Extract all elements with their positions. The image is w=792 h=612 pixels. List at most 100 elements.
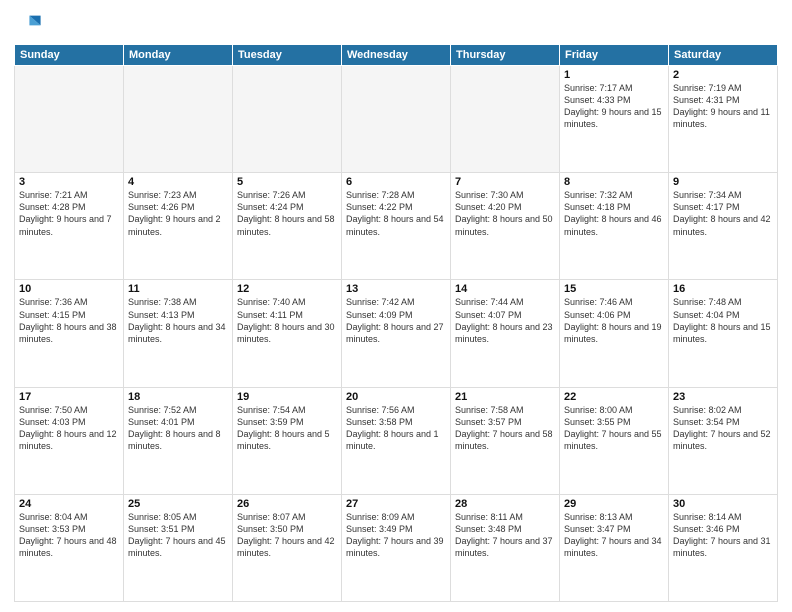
table-row: 24Sunrise: 8:04 AMSunset: 3:53 PMDayligh…: [15, 494, 124, 601]
table-row: 26Sunrise: 8:07 AMSunset: 3:50 PMDayligh…: [233, 494, 342, 601]
day-info: Sunrise: 8:00 AMSunset: 3:55 PMDaylight:…: [564, 404, 664, 453]
table-row: 12Sunrise: 7:40 AMSunset: 4:11 PMDayligh…: [233, 280, 342, 387]
table-row: 22Sunrise: 8:00 AMSunset: 3:55 PMDayligh…: [560, 387, 669, 494]
table-row: [124, 66, 233, 173]
header-friday: Friday: [560, 45, 669, 66]
day-number: 9: [673, 176, 773, 188]
table-row: 8Sunrise: 7:32 AMSunset: 4:18 PMDaylight…: [560, 173, 669, 280]
table-row: 21Sunrise: 7:58 AMSunset: 3:57 PMDayligh…: [451, 387, 560, 494]
table-row: 16Sunrise: 7:48 AMSunset: 4:04 PMDayligh…: [669, 280, 778, 387]
table-row: 11Sunrise: 7:38 AMSunset: 4:13 PMDayligh…: [124, 280, 233, 387]
day-info: Sunrise: 7:42 AMSunset: 4:09 PMDaylight:…: [346, 296, 446, 345]
table-row: 19Sunrise: 7:54 AMSunset: 3:59 PMDayligh…: [233, 387, 342, 494]
day-number: 20: [346, 391, 446, 403]
table-row: 18Sunrise: 7:52 AMSunset: 4:01 PMDayligh…: [124, 387, 233, 494]
day-number: 4: [128, 176, 228, 188]
day-info: Sunrise: 8:13 AMSunset: 3:47 PMDaylight:…: [564, 511, 664, 560]
day-number: 6: [346, 176, 446, 188]
day-info: Sunrise: 7:58 AMSunset: 3:57 PMDaylight:…: [455, 404, 555, 453]
day-number: 15: [564, 283, 664, 295]
day-info: Sunrise: 7:44 AMSunset: 4:07 PMDaylight:…: [455, 296, 555, 345]
day-info: Sunrise: 7:38 AMSunset: 4:13 PMDaylight:…: [128, 296, 228, 345]
day-info: Sunrise: 7:48 AMSunset: 4:04 PMDaylight:…: [673, 296, 773, 345]
table-row: 3Sunrise: 7:21 AMSunset: 4:28 PMDaylight…: [15, 173, 124, 280]
day-number: 28: [455, 498, 555, 510]
calendar-row: 17Sunrise: 7:50 AMSunset: 4:03 PMDayligh…: [15, 387, 778, 494]
table-row: 2Sunrise: 7:19 AMSunset: 4:31 PMDaylight…: [669, 66, 778, 173]
day-number: 29: [564, 498, 664, 510]
day-number: 13: [346, 283, 446, 295]
table-row: [233, 66, 342, 173]
table-row: 17Sunrise: 7:50 AMSunset: 4:03 PMDayligh…: [15, 387, 124, 494]
day-info: Sunrise: 7:28 AMSunset: 4:22 PMDaylight:…: [346, 189, 446, 238]
header: [14, 10, 778, 38]
calendar-row: 3Sunrise: 7:21 AMSunset: 4:28 PMDaylight…: [15, 173, 778, 280]
weekday-header-row: Sunday Monday Tuesday Wednesday Thursday…: [15, 45, 778, 66]
calendar-row: 1Sunrise: 7:17 AMSunset: 4:33 PMDaylight…: [15, 66, 778, 173]
day-info: Sunrise: 8:11 AMSunset: 3:48 PMDaylight:…: [455, 511, 555, 560]
table-row: 30Sunrise: 8:14 AMSunset: 3:46 PMDayligh…: [669, 494, 778, 601]
table-row: 7Sunrise: 7:30 AMSunset: 4:20 PMDaylight…: [451, 173, 560, 280]
day-number: 30: [673, 498, 773, 510]
day-info: Sunrise: 7:56 AMSunset: 3:58 PMDaylight:…: [346, 404, 446, 453]
day-number: 27: [346, 498, 446, 510]
day-info: Sunrise: 7:46 AMSunset: 4:06 PMDaylight:…: [564, 296, 664, 345]
day-number: 24: [19, 498, 119, 510]
table-row: 28Sunrise: 8:11 AMSunset: 3:48 PMDayligh…: [451, 494, 560, 601]
day-number: 14: [455, 283, 555, 295]
day-number: 26: [237, 498, 337, 510]
header-monday: Monday: [124, 45, 233, 66]
day-info: Sunrise: 7:19 AMSunset: 4:31 PMDaylight:…: [673, 82, 773, 131]
table-row: 1Sunrise: 7:17 AMSunset: 4:33 PMDaylight…: [560, 66, 669, 173]
day-number: 21: [455, 391, 555, 403]
table-row: 15Sunrise: 7:46 AMSunset: 4:06 PMDayligh…: [560, 280, 669, 387]
table-row: 27Sunrise: 8:09 AMSunset: 3:49 PMDayligh…: [342, 494, 451, 601]
table-row: 9Sunrise: 7:34 AMSunset: 4:17 PMDaylight…: [669, 173, 778, 280]
table-row: 20Sunrise: 7:56 AMSunset: 3:58 PMDayligh…: [342, 387, 451, 494]
day-info: Sunrise: 8:04 AMSunset: 3:53 PMDaylight:…: [19, 511, 119, 560]
header-tuesday: Tuesday: [233, 45, 342, 66]
day-number: 2: [673, 69, 773, 81]
day-info: Sunrise: 8:14 AMSunset: 3:46 PMDaylight:…: [673, 511, 773, 560]
day-number: 5: [237, 176, 337, 188]
day-number: 16: [673, 283, 773, 295]
day-number: 10: [19, 283, 119, 295]
day-info: Sunrise: 8:02 AMSunset: 3:54 PMDaylight:…: [673, 404, 773, 453]
day-number: 11: [128, 283, 228, 295]
table-row: 13Sunrise: 7:42 AMSunset: 4:09 PMDayligh…: [342, 280, 451, 387]
day-number: 18: [128, 391, 228, 403]
table-row: [15, 66, 124, 173]
logo-icon: [14, 10, 42, 38]
day-info: Sunrise: 7:52 AMSunset: 4:01 PMDaylight:…: [128, 404, 228, 453]
table-row: [342, 66, 451, 173]
day-number: 7: [455, 176, 555, 188]
table-row: 14Sunrise: 7:44 AMSunset: 4:07 PMDayligh…: [451, 280, 560, 387]
calendar-row: 24Sunrise: 8:04 AMSunset: 3:53 PMDayligh…: [15, 494, 778, 601]
day-info: Sunrise: 7:21 AMSunset: 4:28 PMDaylight:…: [19, 189, 119, 238]
day-number: 17: [19, 391, 119, 403]
header-thursday: Thursday: [451, 45, 560, 66]
day-info: Sunrise: 8:09 AMSunset: 3:49 PMDaylight:…: [346, 511, 446, 560]
day-info: Sunrise: 7:34 AMSunset: 4:17 PMDaylight:…: [673, 189, 773, 238]
day-info: Sunrise: 7:23 AMSunset: 4:26 PMDaylight:…: [128, 189, 228, 238]
day-number: 1: [564, 69, 664, 81]
day-number: 8: [564, 176, 664, 188]
day-number: 3: [19, 176, 119, 188]
logo: [14, 10, 46, 38]
table-row: 23Sunrise: 8:02 AMSunset: 3:54 PMDayligh…: [669, 387, 778, 494]
day-info: Sunrise: 7:40 AMSunset: 4:11 PMDaylight:…: [237, 296, 337, 345]
calendar-row: 10Sunrise: 7:36 AMSunset: 4:15 PMDayligh…: [15, 280, 778, 387]
header-wednesday: Wednesday: [342, 45, 451, 66]
day-info: Sunrise: 8:07 AMSunset: 3:50 PMDaylight:…: [237, 511, 337, 560]
header-sunday: Sunday: [15, 45, 124, 66]
table-row: [451, 66, 560, 173]
calendar-table: Sunday Monday Tuesday Wednesday Thursday…: [14, 44, 778, 602]
table-row: 29Sunrise: 8:13 AMSunset: 3:47 PMDayligh…: [560, 494, 669, 601]
day-info: Sunrise: 7:54 AMSunset: 3:59 PMDaylight:…: [237, 404, 337, 453]
day-info: Sunrise: 7:36 AMSunset: 4:15 PMDaylight:…: [19, 296, 119, 345]
day-number: 23: [673, 391, 773, 403]
day-info: Sunrise: 7:30 AMSunset: 4:20 PMDaylight:…: [455, 189, 555, 238]
table-row: 6Sunrise: 7:28 AMSunset: 4:22 PMDaylight…: [342, 173, 451, 280]
table-row: 25Sunrise: 8:05 AMSunset: 3:51 PMDayligh…: [124, 494, 233, 601]
day-info: Sunrise: 7:32 AMSunset: 4:18 PMDaylight:…: [564, 189, 664, 238]
